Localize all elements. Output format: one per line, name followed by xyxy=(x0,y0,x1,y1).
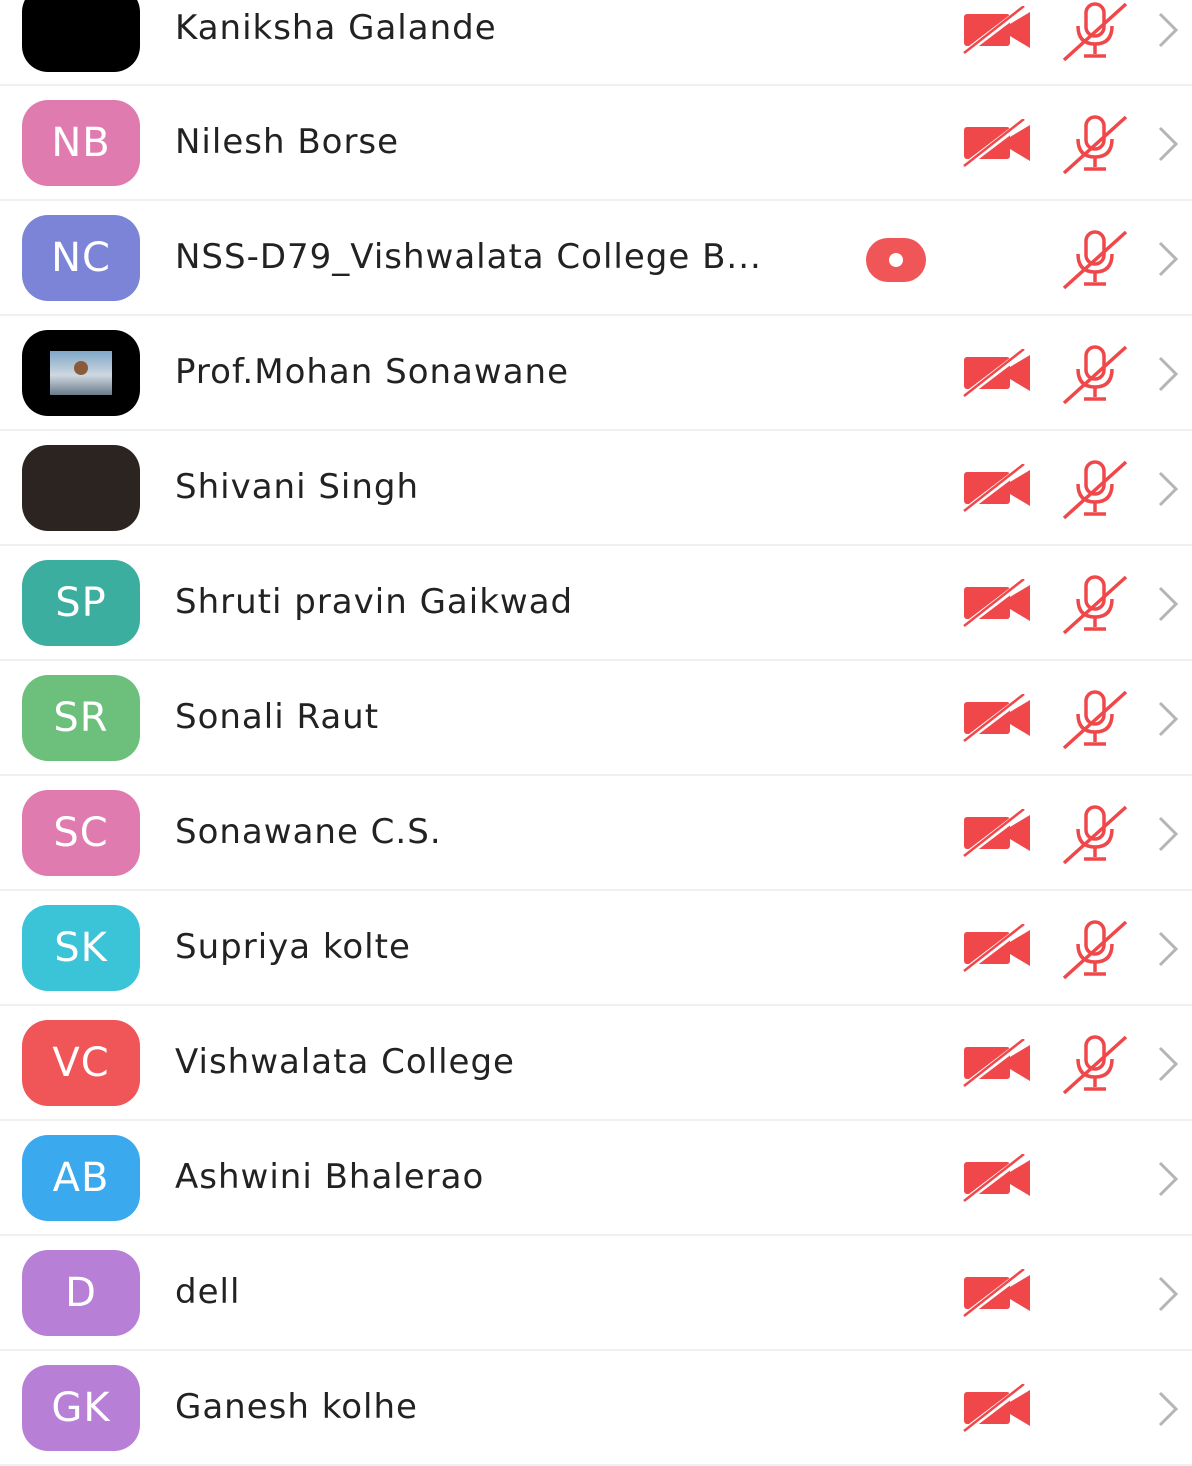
chevron-right-icon[interactable] xyxy=(1152,10,1182,50)
avatar: D xyxy=(22,1250,140,1336)
mic-muted-icon xyxy=(1060,803,1130,865)
avatar-initials: AB xyxy=(52,1155,110,1201)
participant-row[interactable]: SK Supriya kolte xyxy=(0,891,1192,1006)
chevron-right-icon[interactable] xyxy=(1152,239,1182,279)
avatar-initials: SC xyxy=(53,810,109,856)
video-off-icon xyxy=(962,1153,1032,1203)
chevron-right-icon[interactable] xyxy=(1152,699,1182,739)
participant-row[interactable]: SP Shruti pravin Gaikwad xyxy=(0,546,1192,661)
mic-muted-icon xyxy=(1060,688,1130,750)
participant-row[interactable]: SR Sonali Raut xyxy=(0,661,1192,776)
participant-row[interactable]: SC Sonawane C.S. xyxy=(0,776,1192,891)
avatar-initials: D xyxy=(65,1270,97,1316)
avatar-initials: SP xyxy=(55,580,107,626)
avatar: NC xyxy=(22,215,140,301)
avatar-photo xyxy=(50,351,112,395)
mic-muted-icon xyxy=(1060,228,1130,290)
participant-name: Vishwalata College xyxy=(175,1042,515,1082)
avatar xyxy=(22,330,140,416)
participant-name: Supriya kolte xyxy=(175,927,411,967)
mic-muted-icon xyxy=(1060,458,1130,520)
chevron-right-icon[interactable] xyxy=(1152,1044,1182,1084)
participant-name: Ashwini Bhalerao xyxy=(175,1157,485,1197)
mic-muted-icon xyxy=(1060,343,1130,405)
chevron-right-icon[interactable] xyxy=(1152,1159,1182,1199)
mic-muted-icon xyxy=(1060,113,1130,175)
participant-row[interactable]: Prof.Mohan Sonawane xyxy=(0,316,1192,431)
participant-row[interactable]: NB Nilesh Borse xyxy=(0,86,1192,201)
video-off-icon xyxy=(962,5,1032,55)
chevron-right-icon[interactable] xyxy=(1152,469,1182,509)
participant-name: Kaniksha Galande xyxy=(175,8,497,48)
participant-row[interactable]: Ddell xyxy=(0,1236,1192,1351)
participant-name: Nilesh Borse xyxy=(175,122,400,162)
avatar: SR xyxy=(22,675,140,761)
avatar: SK xyxy=(22,905,140,991)
avatar xyxy=(22,0,140,72)
mic-muted-icon xyxy=(1060,1033,1130,1095)
participant-row[interactable]: GK Ganesh kolhe xyxy=(0,1351,1192,1466)
avatar-initials: VC xyxy=(52,1040,110,1086)
video-off-icon xyxy=(962,578,1032,628)
participant-row[interactable]: VC Vishwalata College xyxy=(0,1006,1192,1121)
video-off-icon xyxy=(962,463,1032,513)
video-off-icon xyxy=(962,1383,1032,1433)
avatar: AB xyxy=(22,1135,140,1221)
video-off-icon xyxy=(962,118,1032,168)
video-off-icon xyxy=(962,923,1032,973)
participant-row[interactable]: AB Ashwini Bhalerao xyxy=(0,1121,1192,1236)
participant-name: Sonali Raut xyxy=(175,697,380,737)
participant-name: Shruti pravin Gaikwad xyxy=(175,582,574,622)
avatar: GK xyxy=(22,1365,140,1451)
participant-name: dell xyxy=(175,1272,241,1312)
participants-list: Kaniksha Galande NB Nilesh Borse NC NSS-D7… xyxy=(0,0,1192,1466)
participant-name: Shivani Singh xyxy=(175,467,420,507)
avatar: VC xyxy=(22,1020,140,1106)
participant-name: Sonawane C.S. xyxy=(175,812,442,852)
avatar: NB xyxy=(22,100,140,186)
participant-name: NSS-D79_Vishwalata College B... xyxy=(175,237,762,277)
avatar-initials: NB xyxy=(51,120,111,166)
avatar-initials: SK xyxy=(54,925,108,971)
video-off-icon xyxy=(962,808,1032,858)
video-off-icon xyxy=(962,348,1032,398)
participant-row[interactable]: NC NSS-D79_Vishwalata College B... xyxy=(0,201,1192,316)
recording-icon xyxy=(866,238,926,282)
avatar: SP xyxy=(22,560,140,646)
avatar-initials: SR xyxy=(53,695,109,741)
chevron-right-icon[interactable] xyxy=(1152,1389,1182,1429)
chevron-right-icon[interactable] xyxy=(1152,929,1182,969)
video-off-icon xyxy=(962,1268,1032,1318)
mic-muted-icon xyxy=(1060,0,1130,62)
participant-name: Ganesh kolhe xyxy=(175,1387,418,1427)
avatar: SC xyxy=(22,790,140,876)
chevron-right-icon[interactable] xyxy=(1152,814,1182,854)
chevron-right-icon[interactable] xyxy=(1152,354,1182,394)
chevron-right-icon[interactable] xyxy=(1152,1274,1182,1314)
avatar-initials: GK xyxy=(51,1385,111,1431)
avatar-initials: NC xyxy=(51,235,111,281)
mic-muted-icon xyxy=(1060,918,1130,980)
video-off-icon xyxy=(962,693,1032,743)
avatar xyxy=(22,445,140,531)
participant-row[interactable]: Shivani Singh xyxy=(0,431,1192,546)
mic-muted-icon xyxy=(1060,573,1130,635)
participant-name: Prof.Mohan Sonawane xyxy=(175,352,569,392)
video-off-icon xyxy=(962,1038,1032,1088)
participant-row[interactable]: Kaniksha Galande xyxy=(0,0,1192,86)
chevron-right-icon[interactable] xyxy=(1152,584,1182,624)
chevron-right-icon[interactable] xyxy=(1152,124,1182,164)
